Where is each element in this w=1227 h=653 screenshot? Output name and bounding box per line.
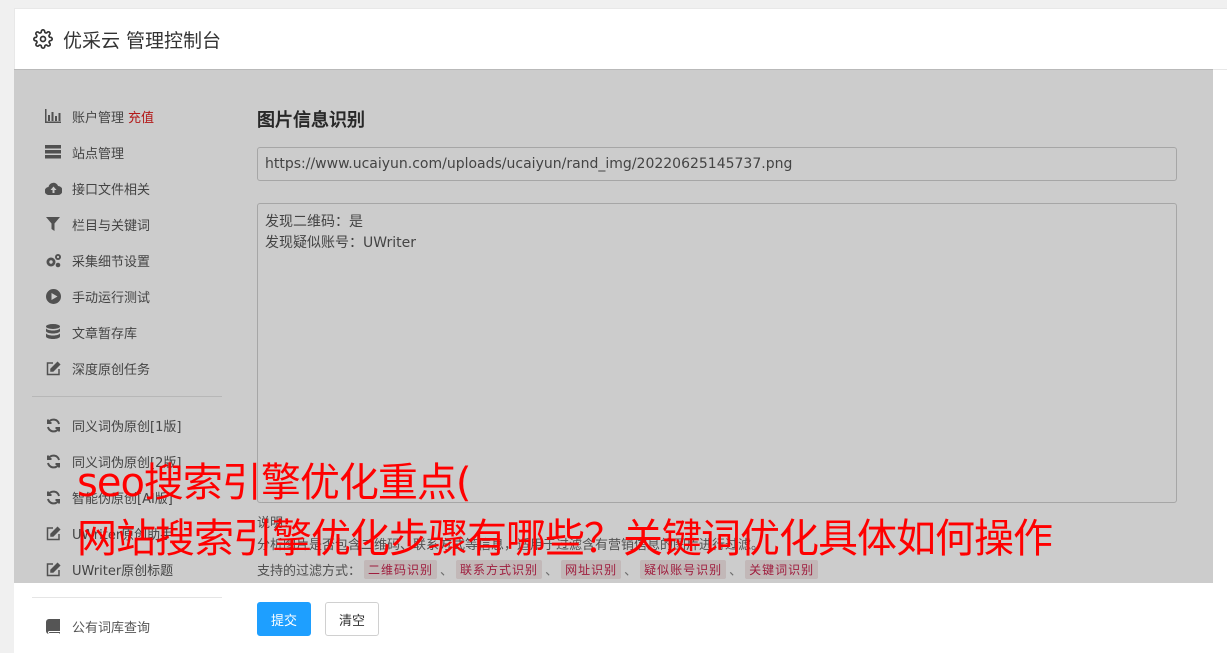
overlay-headline-line1: seo搜索引擎优化重点(: [77, 460, 472, 506]
sidebar-item-label: 公有词库查询: [72, 620, 151, 636]
submit-button[interactable]: 提交: [257, 602, 311, 636]
book-icon: [44, 617, 62, 635]
gear-icon: [33, 29, 53, 49]
overlay-headline-line2: 网站搜索引擎优化步骤有哪些？关键词优化具体如何操作: [77, 516, 1053, 562]
app-title: 优采云 管理控制台: [63, 29, 222, 52]
sidebar-divider: [32, 597, 222, 598]
sidebar-item-public-lexicon[interactable]: 公有词库查询: [28, 608, 223, 644]
top-header: 优采云 管理控制台: [14, 8, 1227, 70]
clear-button[interactable]: 清空: [325, 602, 379, 636]
